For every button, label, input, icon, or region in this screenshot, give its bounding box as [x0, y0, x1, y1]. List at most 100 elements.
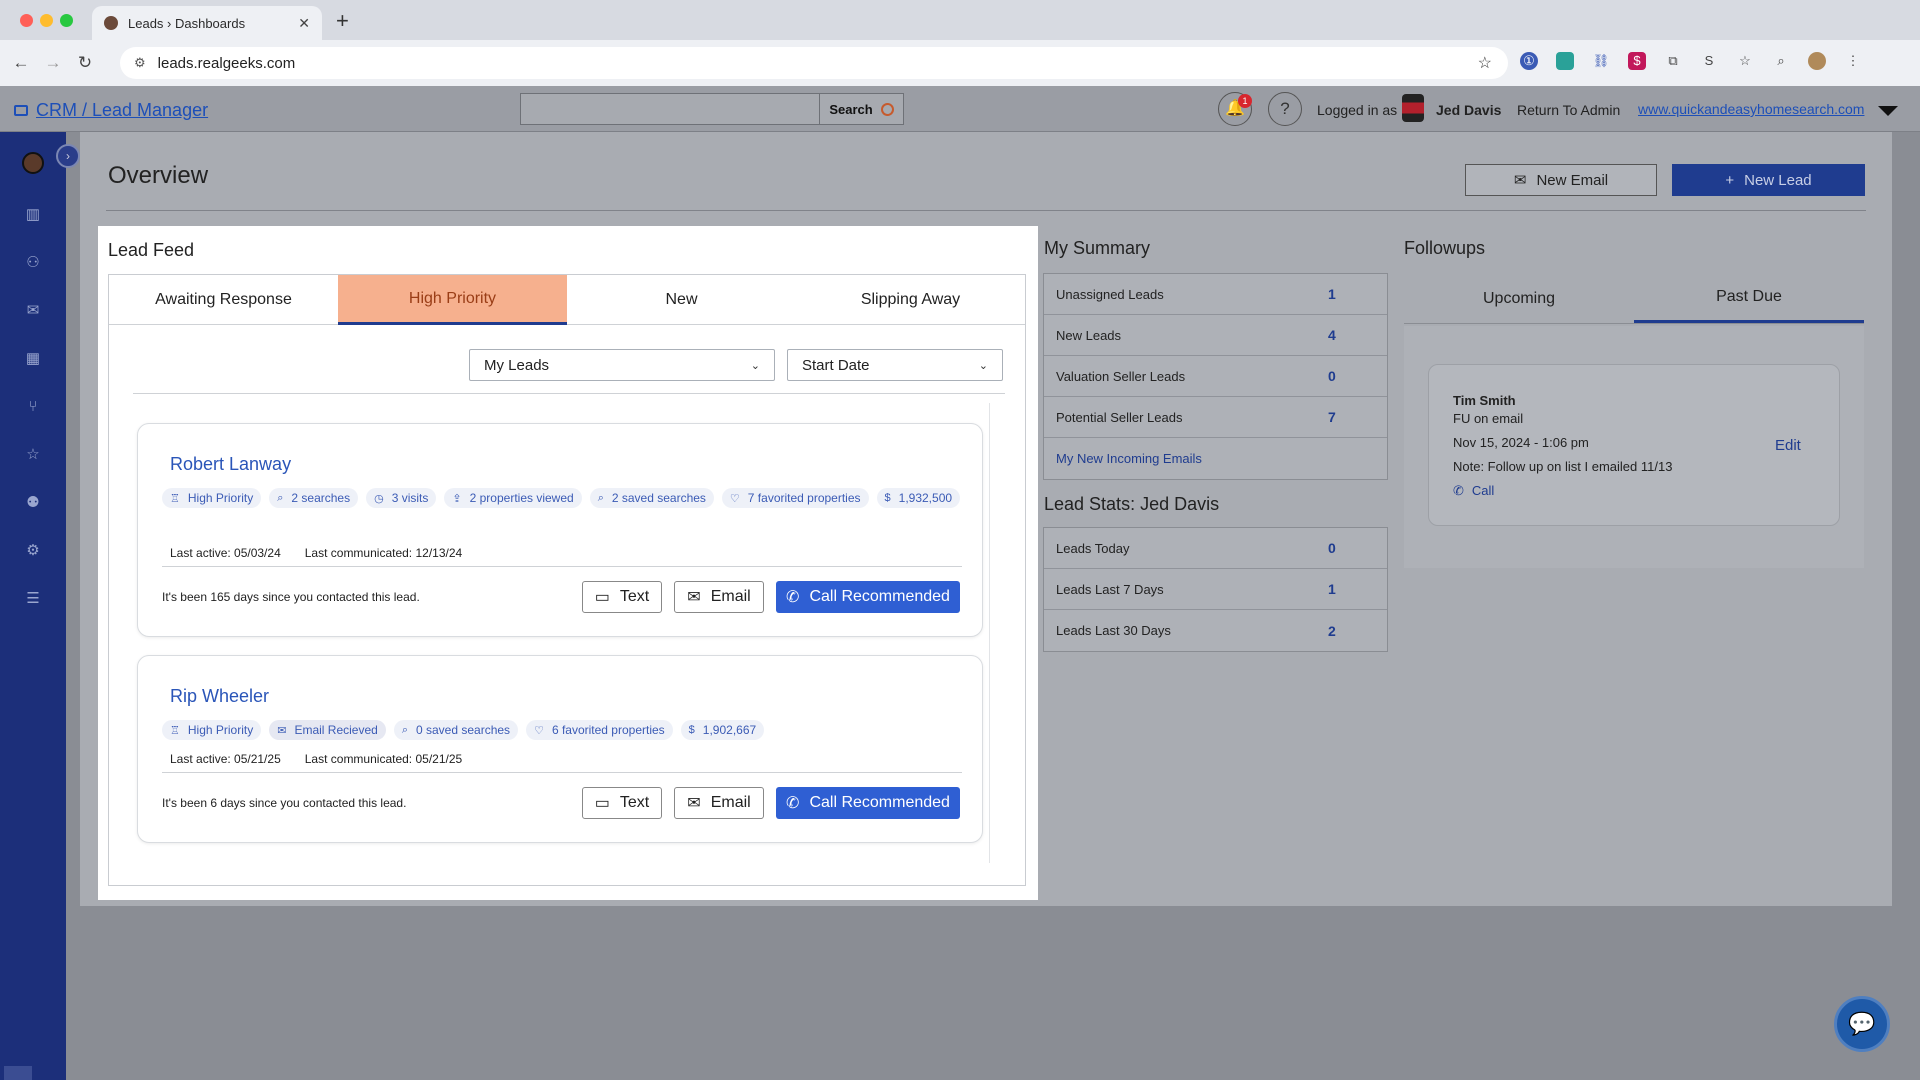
notification-badge: 1	[1238, 94, 1252, 108]
account-menu-caret-icon[interactable]	[1878, 106, 1898, 116]
summary-label: Unassigned Leads	[1056, 286, 1164, 302]
return-to-admin-link[interactable]: Return To Admin	[1517, 102, 1620, 118]
text-button[interactable]: ▭ Text	[582, 581, 662, 613]
new-lead-button[interactable]: + New Lead	[1672, 164, 1865, 196]
followup-lead-name[interactable]: Tim Smith	[1453, 393, 1516, 408]
forward-icon[interactable]: →	[42, 53, 64, 73]
puzzle-extension-icon[interactable]: ⧉	[1664, 52, 1682, 70]
stats-row-leads-last-30-days[interactable]: Leads Last 30 Days 2	[1044, 610, 1387, 651]
search-button[interactable]: Search	[820, 93, 904, 125]
card-divider	[162, 566, 962, 567]
url-text: leads.realgeeks.com	[157, 54, 296, 72]
dollar-extension-icon[interactable]: $	[1628, 52, 1646, 70]
gear-icon[interactable]: ⚙	[22, 540, 44, 562]
lead-activity-chips: ♖ High Priority ⌕ 2 searches ◷ 3 visits ⇪ 2 …	[162, 488, 962, 508]
routing-icon[interactable]: ⑂	[22, 396, 44, 418]
favorites-extension-icon[interactable]: ☆	[1736, 52, 1754, 70]
stats-row-leads-last-7-days[interactable]: Leads Last 7 Days 1	[1044, 569, 1387, 610]
lead-stats-title: Lead Stats: Jed Davis	[1044, 494, 1220, 514]
user-settings-icon[interactable]: ⚉	[22, 492, 44, 514]
text-button[interactable]: ▭ Text	[582, 787, 662, 819]
tab-awaiting-response[interactable]: Awaiting Response	[109, 275, 338, 325]
checklist-icon[interactable]: ☰	[22, 588, 44, 610]
lead-card: Rip Wheeler ♖ High Priority ✉ Email Reciev…	[137, 655, 983, 843]
envelope-icon: ✉	[1513, 172, 1527, 189]
email-button[interactable]: ✉ Email	[674, 787, 764, 819]
brand-logo-icon[interactable]	[22, 152, 44, 174]
address-bar[interactable]: ⚙ leads.realgeeks.com ☆	[120, 47, 1508, 79]
back-icon[interactable]: ←	[10, 53, 32, 73]
new-tab-icon[interactable]: +	[336, 8, 349, 34]
chip-searches: ⌕ 2 searches	[269, 488, 359, 508]
lead-feed-scrollbar[interactable]	[989, 403, 1003, 863]
tab-high-priority[interactable]: High Priority	[338, 275, 567, 325]
search-input[interactable]	[520, 93, 820, 125]
leads-people-icon[interactable]: ⚇	[22, 252, 44, 274]
envelope-icon: ✉	[687, 795, 701, 812]
calendar-extension-icon[interactable]	[1556, 52, 1574, 70]
window-maximize-button[interactable]	[60, 14, 73, 27]
email-button[interactable]: ✉ Email	[674, 581, 764, 613]
lead-owner-select[interactable]: My Leads ⌄	[469, 349, 775, 381]
browser-menu-icon[interactable]: ⋮	[1844, 52, 1862, 70]
tab-new[interactable]: New	[567, 275, 796, 325]
start-date-select[interactable]: Start Date ⌄	[787, 349, 1003, 381]
followup-card: Tim Smith FU on email Nov 15, 2024 - 1:0…	[1428, 364, 1840, 526]
site-settings-icon[interactable]: ⚙	[134, 55, 146, 71]
reload-icon[interactable]: ↻	[74, 53, 96, 73]
dollar-icon: $	[688, 724, 695, 736]
strikethrough-extension-icon[interactable]: S	[1700, 52, 1718, 70]
lead-name-link[interactable]: Robert Lanway	[170, 454, 291, 475]
lead-name-link[interactable]: Rip Wheeler	[170, 686, 269, 707]
tab-upcoming[interactable]: Upcoming	[1404, 274, 1634, 323]
call-recommended-button[interactable]: ✆ Call Recommended	[776, 787, 960, 819]
chat-support-icon[interactable]: 💬	[1834, 996, 1890, 1052]
bookmark-star-icon[interactable]: ☆	[1478, 53, 1492, 73]
search-button-label: Search	[829, 101, 873, 117]
window-close-button[interactable]	[20, 14, 33, 27]
lead-card: Robert Lanway ♖ High Priority ⌕ 2 searches…	[137, 423, 983, 637]
summary-row-valuation-seller-leads[interactable]: Valuation Seller Leads 0	[1044, 356, 1387, 397]
heart-icon: ♡	[534, 724, 544, 737]
link-extension-icon[interactable]: ⛓	[1592, 52, 1610, 70]
browser-tab[interactable]: Leads › Dashboards ✕	[92, 6, 322, 40]
incoming-emails-link[interactable]: My New Incoming Emails	[1044, 438, 1387, 479]
help-icon[interactable]: ?	[1268, 92, 1302, 126]
chip-saved-searches: ⌕ 2 saved searches	[589, 488, 714, 508]
call-button-label: Call Recommended	[809, 588, 950, 605]
sidebar-expand-chevron-icon[interactable]: ›	[56, 144, 80, 168]
star-icon[interactable]: ☆	[22, 444, 44, 466]
site-link[interactable]: www.quickandeasyhomesearch.com	[1638, 101, 1864, 117]
extension-icons: ① ⛓ $ ⧉ S ☆ ⌕ ⋮	[1520, 52, 1862, 70]
call-recommended-button[interactable]: ✆ Call Recommended	[776, 581, 960, 613]
summary-row-potential-seller-leads[interactable]: Potential Seller Leads 7	[1044, 397, 1387, 438]
clock-icon: ◷	[374, 492, 384, 505]
followups-panel: Tim Smith FU on email Nov 15, 2024 - 1:0…	[1404, 326, 1864, 568]
followup-call-link[interactable]: ✆ Call	[1453, 483, 1494, 499]
profile-avatar-icon[interactable]	[1808, 52, 1826, 70]
mail-icon[interactable]: ✉	[22, 300, 44, 322]
browser-toolbar: ← → ↻ ⚙ leads.realgeeks.com ☆ ① ⛓ $ ⧉ S …	[0, 40, 1920, 86]
tab-past-due[interactable]: Past Due	[1634, 274, 1864, 323]
followup-edit-link[interactable]: Edit	[1775, 437, 1801, 454]
tab-slipping-away[interactable]: Slipping Away	[796, 275, 1025, 325]
phone-icon: ✆	[786, 589, 800, 606]
card-divider	[162, 772, 962, 773]
window-minimize-button[interactable]	[40, 14, 53, 27]
crm-title: CRM / Lead Manager	[36, 100, 209, 120]
dashboard-chart-icon[interactable]: ▥	[22, 204, 44, 226]
password-manager-icon[interactable]: ①	[1520, 52, 1538, 70]
new-email-button[interactable]: ✉ New Email	[1465, 164, 1657, 196]
stats-row-leads-today[interactable]: Leads Today 0	[1044, 528, 1387, 569]
sidebar-bottom-tab[interactable]	[4, 1066, 32, 1080]
followup-call-label: Call	[1471, 483, 1495, 498]
call-button-label: Call Recommended	[809, 794, 950, 811]
summary-row-unassigned-leads[interactable]: Unassigned Leads 1	[1044, 274, 1387, 315]
crm-home-link[interactable]: CRM / Lead Manager	[14, 100, 208, 121]
lead-activity-chips: ♖ High Priority ✉ Email Recieved ⌕ 0 saved …	[162, 720, 962, 740]
tab-close-icon[interactable]: ✕	[298, 15, 310, 32]
screen-search-extension-icon[interactable]: ⌕	[1772, 52, 1790, 70]
calendar-icon[interactable]: ▦	[22, 348, 44, 370]
user-avatar	[1402, 94, 1424, 122]
summary-row-new-leads[interactable]: New Leads 4	[1044, 315, 1387, 356]
